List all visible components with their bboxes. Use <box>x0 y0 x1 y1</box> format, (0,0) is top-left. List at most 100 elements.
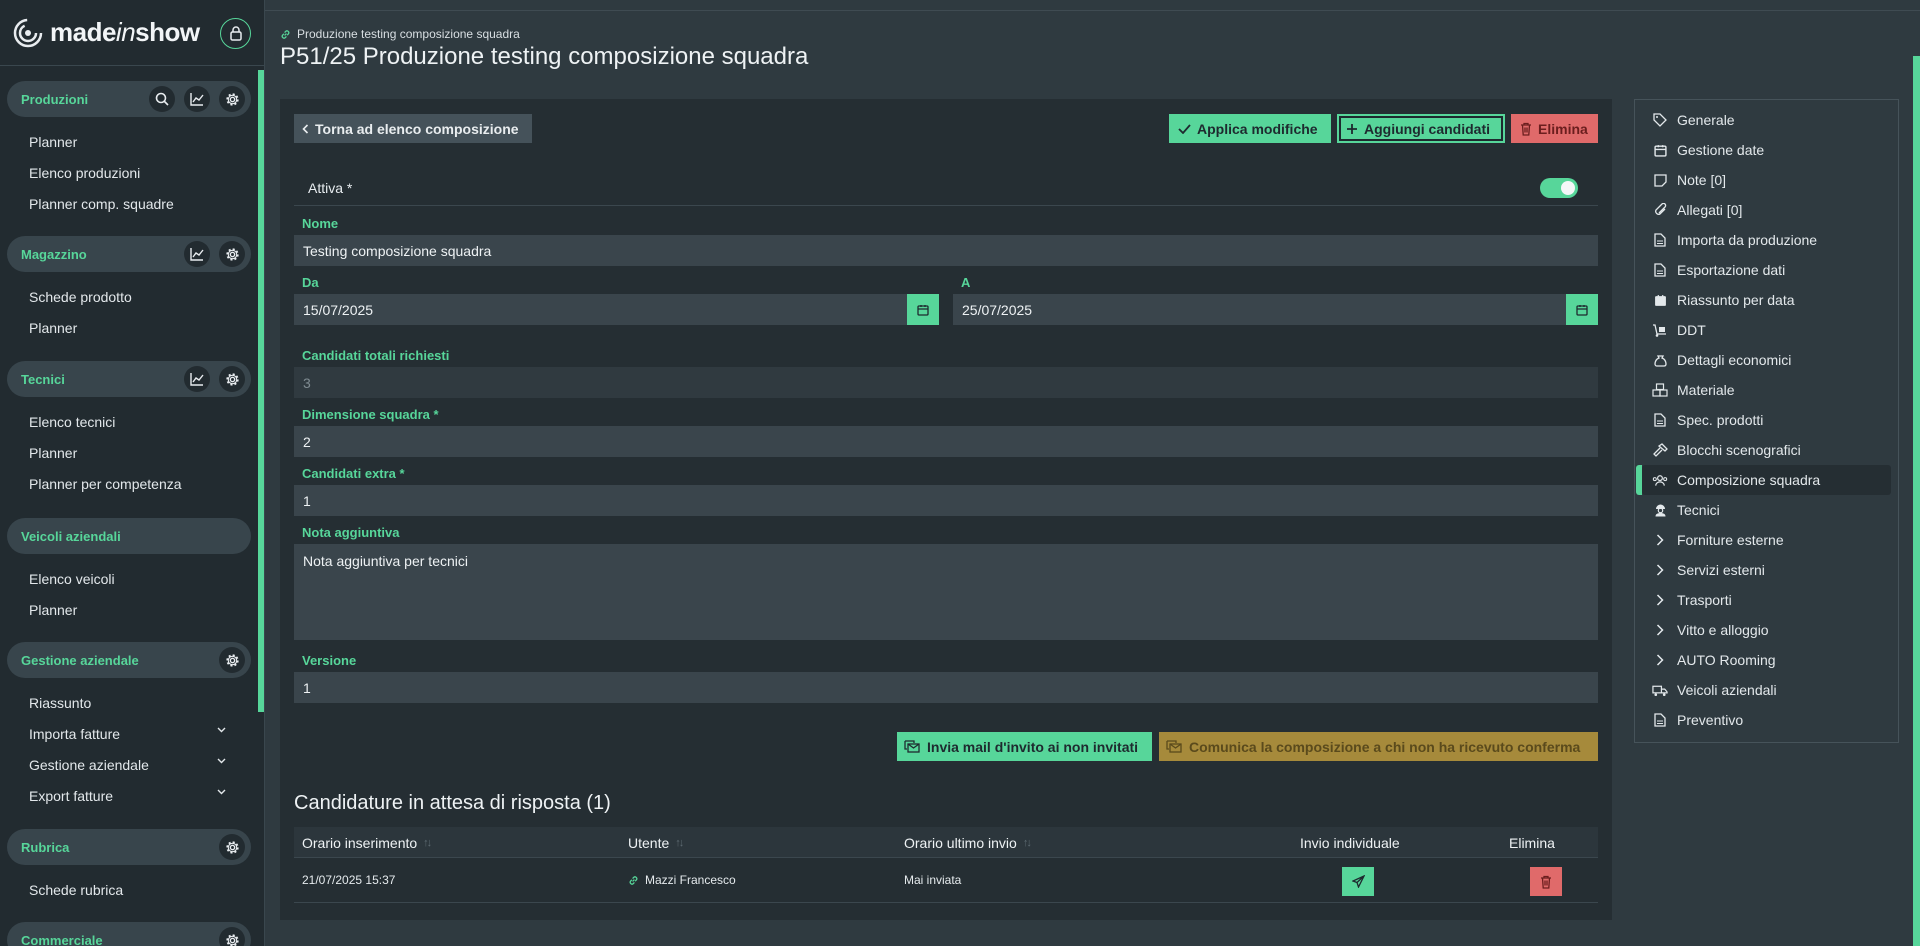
back-button[interactable]: Torna ad elenco composizione <box>294 114 532 143</box>
chevron-left-icon <box>302 123 309 134</box>
chart-line-icon[interactable] <box>184 366 210 392</box>
nav-header-produzioni[interactable]: Produzioni <box>7 81 251 117</box>
chart-line-icon[interactable] <box>184 241 210 267</box>
menu-item-ddt[interactable]: DDT <box>1635 315 1898 345</box>
from-calendar-button[interactable] <box>907 294 939 325</box>
menu-item-label: Dettagli economici <box>1677 352 1792 368</box>
menu-item-materiale[interactable]: Materiale <box>1635 375 1898 405</box>
to-calendar-button[interactable] <box>1566 294 1598 325</box>
table-header: Orario inserimento ↑↓ Utente ↑↓ Orario ult… <box>294 827 1598 858</box>
note-textarea[interactable]: Nota aggiuntiva per tecnici <box>294 544 1598 640</box>
nav-header-tecnici[interactable]: Tecnici <box>7 361 251 397</box>
sidebar-item-elenco-produzioni[interactable]: Elenco produzioni <box>0 157 258 188</box>
gear-icon[interactable] <box>219 366 245 392</box>
link-icon <box>281 29 290 39</box>
sidebar-item-elenco-veicoli[interactable]: Elenco veicoli <box>0 563 258 594</box>
nav-header-gestione-aziendale[interactable]: Gestione aziendale <box>7 642 251 678</box>
sidebar-item-planner[interactable]: Planner <box>0 594 258 625</box>
extra-candidates-field[interactable]: 1 <box>294 485 1598 516</box>
menu-item-trasporti[interactable]: Trasporti <box>1635 585 1898 615</box>
menu-item-blocchi-scenografici[interactable]: Blocchi scenografici <box>1635 435 1898 465</box>
communicate-composition-button[interactable]: Comunica la composizione a chi non ha ri… <box>1159 732 1598 761</box>
version-field[interactable]: 1 <box>294 672 1598 703</box>
menu-item-gestione-date[interactable]: Gestione date <box>1635 135 1898 165</box>
sidebar-item-export-fatture[interactable]: Export fatture <box>0 780 258 811</box>
menu-item-riassunto-per-data[interactable]: Riassunto per data <box>1635 285 1898 315</box>
menu-item-label: Esportazione dati <box>1677 262 1786 278</box>
menu-item-allegati-0[interactable]: Allegati [0] <box>1635 195 1898 225</box>
sidebar-item-riassunto[interactable]: Riassunto <box>0 687 258 718</box>
menu-item-note-0[interactable]: Note [0] <box>1635 165 1898 195</box>
menu-item-tecnici[interactable]: Tecnici <box>1635 495 1898 525</box>
nav-header-veicoli-aziendali[interactable]: Veicoli aziendali <box>7 518 251 554</box>
send-individual-button[interactable] <box>1342 867 1374 896</box>
sidebar-item-planner-per-competenza[interactable]: Planner per competenza <box>0 468 258 499</box>
menu-item-importa-da-produzione[interactable]: Importa da produzione <box>1635 225 1898 255</box>
send-invite-button[interactable]: Invia mail d'invito ai non invitati <box>897 732 1152 761</box>
chevron-down-icon <box>217 727 226 733</box>
file-export-icon <box>1652 262 1668 278</box>
menu-item-esportazione-dati[interactable]: Esportazione dati <box>1635 255 1898 285</box>
menu-item-label: Allegati [0] <box>1677 202 1743 218</box>
sidebar-item-planner-comp-squadre[interactable]: Planner comp. squadre <box>0 188 258 219</box>
menu-item-label: Riassunto per data <box>1677 292 1795 308</box>
gear-icon[interactable] <box>219 86 245 112</box>
delete-row-button[interactable] <box>1530 867 1562 896</box>
team-size-field[interactable]: 2 <box>294 426 1598 457</box>
menu-item-label: AUTO Rooming <box>1677 652 1776 668</box>
nav-section-produzioni: Produzioni Planner Elenco produzioni Pla… <box>0 81 258 219</box>
hammer-icon <box>1652 442 1668 458</box>
from-date-field[interactable]: 15/07/2025 <box>294 294 907 325</box>
sidebar-item-importa-fatture[interactable]: Importa fatture <box>0 718 258 749</box>
total-candidates-field: 3 <box>294 367 1598 398</box>
sidebar-item-planner[interactable]: Planner <box>0 126 258 157</box>
nav-header-label: Produzioni <box>21 91 89 107</box>
menu-item-veicoli-aziendali[interactable]: Veicoli aziendali <box>1635 675 1898 705</box>
sidebar-item-schede-rubrica[interactable]: Schede rubrica <box>0 874 258 905</box>
apply-changes-button[interactable]: Applica modifiche <box>1169 114 1331 143</box>
menu-item-label: Generale <box>1677 112 1735 128</box>
menu-item-composizione-squadra[interactable]: Composizione squadra <box>1636 465 1891 495</box>
gear-icon[interactable] <box>219 834 245 860</box>
sidebar-item-schede-prodotto[interactable]: Schede prodotto <box>0 281 258 312</box>
menu-item-generale[interactable]: Generale <box>1635 105 1898 135</box>
col-inserted-header[interactable]: Orario inserimento ↑↓ <box>302 835 432 851</box>
col-last-sent-header[interactable]: Orario ultimo invio ↑↓ <box>904 835 1032 851</box>
col-user-header[interactable]: Utente ↑↓ <box>628 835 684 851</box>
menu-item-preventivo[interactable]: Preventivo <box>1635 705 1898 735</box>
nav-header-commerciale[interactable]: Commerciale <box>7 922 251 946</box>
add-candidates-button[interactable]: Aggiungi candidati <box>1337 114 1505 143</box>
nav-header-rubrica[interactable]: Rubrica <box>7 829 251 865</box>
menu-item-servizi-esterni[interactable]: Servizi esterni <box>1635 555 1898 585</box>
menu-item-vitto-e-alloggio[interactable]: Vitto e alloggio <box>1635 615 1898 645</box>
sidebar-item-elenco-tecnici[interactable]: Elenco tecnici <box>0 406 258 437</box>
menu-item-auto-rooming[interactable]: AUTO Rooming <box>1635 645 1898 675</box>
menu-item-forniture-esterne[interactable]: Forniture esterne <box>1635 525 1898 555</box>
cell-inserted: 21/07/2025 15:37 <box>302 873 396 887</box>
sidebar-item-planner[interactable]: Planner <box>0 437 258 468</box>
gear-icon[interactable] <box>219 927 245 946</box>
nav-header-magazzino[interactable]: Magazzino <box>7 236 251 272</box>
cell-user[interactable]: Mazzi Francesco <box>628 873 736 887</box>
gear-icon[interactable] <box>219 647 245 673</box>
sidebar-scrollbar[interactable] <box>258 70 264 712</box>
menu-item-dettagli-economici[interactable]: Dettagli economici <box>1635 345 1898 375</box>
breadcrumb[interactable]: Produzione testing composizione squadra <box>280 27 520 41</box>
menu-item-label: Preventivo <box>1677 712 1744 728</box>
sidebar-item-planner[interactable]: Planner <box>0 312 258 343</box>
delete-button[interactable]: Elimina <box>1511 114 1598 143</box>
lock-button[interactable] <box>220 18 251 49</box>
menu-item-label: Tecnici <box>1677 502 1720 518</box>
chart-line-icon[interactable] <box>184 86 210 112</box>
team-size-label: Dimensione squadra * <box>302 407 439 422</box>
sidebar-item-gestione-aziendale[interactable]: Gestione aziendale <box>0 749 258 780</box>
search-icon[interactable] <box>149 86 175 112</box>
page-scrollbar[interactable] <box>1913 56 1920 946</box>
from-label: Da <box>302 275 319 290</box>
brand-name: madeinshow <box>50 17 200 47</box>
active-toggle[interactable] <box>1540 178 1578 198</box>
gear-icon[interactable] <box>219 241 245 267</box>
menu-item-spec-prodotti[interactable]: Spec. prodotti <box>1635 405 1898 435</box>
name-field[interactable]: Testing composizione squadra <box>294 235 1598 266</box>
to-date-field[interactable]: 25/07/2025 <box>953 294 1566 325</box>
